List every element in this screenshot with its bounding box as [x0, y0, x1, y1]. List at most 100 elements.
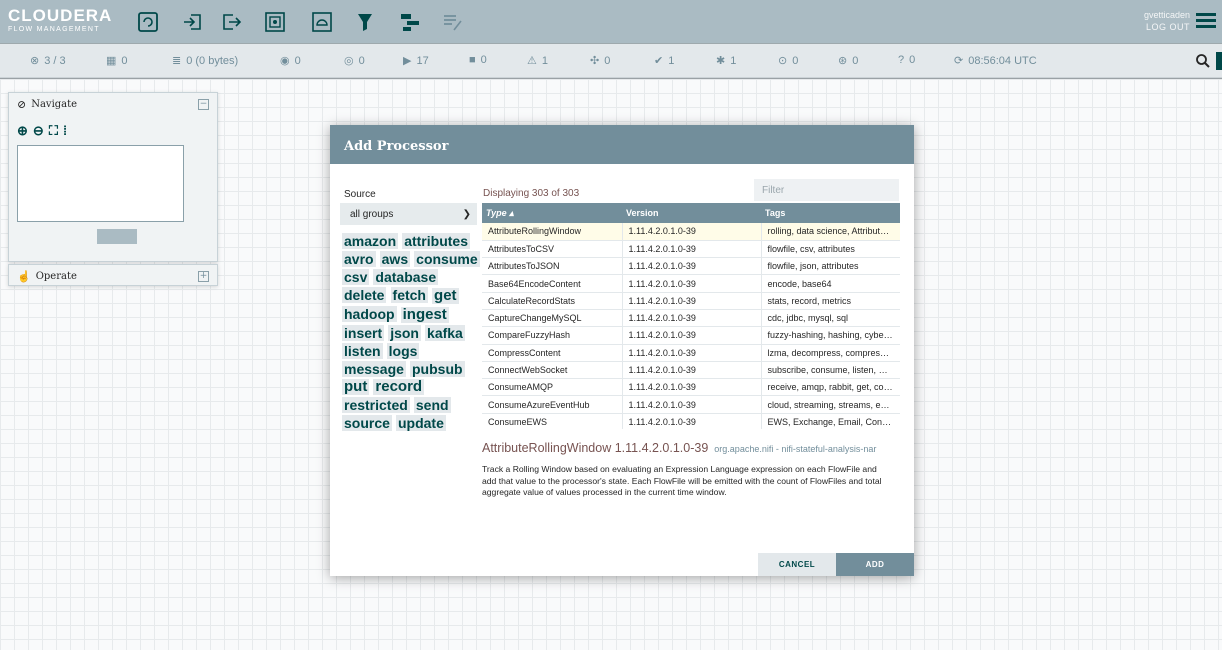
column-tags[interactable]: Tags — [761, 203, 900, 223]
tag-get[interactable]: get — [432, 288, 459, 304]
cell-version: 1.11.4.2.0.1.0-39 — [622, 326, 762, 345]
cell-type: ConsumeAMQP — [482, 378, 623, 397]
tag-avro[interactable]: avro — [342, 251, 376, 267]
tag-insert[interactable]: insert — [342, 325, 385, 341]
table-row[interactable]: CaptureChangeMySQL 1.11.4.2.0.1.0-39 cdc, … — [482, 309, 900, 328]
warning-icon: ⚠ — [527, 55, 537, 67]
cell-type: CalculateRecordStats — [482, 292, 623, 310]
tag-pubsub[interactable]: pubsub — [410, 361, 465, 377]
result-count: Displaying 303 of 303 — [483, 188, 580, 199]
process-group-icon[interactable] — [263, 10, 287, 34]
tag-hadoop[interactable]: hadoop — [342, 306, 397, 322]
actual-size-icon[interactable]: ⁞ — [63, 123, 67, 139]
table-row[interactable]: AttributeRollingWindow 1.11.4.2.0.1.0-39 r… — [482, 223, 900, 241]
tag-kafka[interactable]: kafka — [425, 325, 465, 341]
stopped-count: ■ 0 — [469, 54, 487, 66]
cancel-button[interactable]: CANCEL — [758, 553, 836, 576]
modified-stale-count: ⊛ 0 — [838, 54, 859, 68]
source-select-value: all groups — [350, 208, 394, 220]
table-row[interactable]: Base64EncodeContent 1.11.4.2.0.1.0-39 enco… — [482, 274, 900, 293]
table-row[interactable]: CompressContent 1.11.4.2.0.1.0-39 lzma, de… — [482, 344, 900, 362]
table-row[interactable]: ConsumeAMQP 1.11.4.2.0.1.0-39 receive, amq… — [482, 378, 900, 397]
output-port-icon[interactable] — [220, 10, 244, 34]
tag-csv[interactable]: csv — [342, 269, 370, 285]
tag-delete[interactable]: delete — [342, 287, 387, 303]
logo-sub: FLOW MANAGEMENT — [8, 26, 100, 33]
table-row[interactable]: ConsumeAzureEventHub 1.11.4.2.0.1.0-39 clo… — [482, 395, 900, 414]
add-processor-dialog: Add Processor Source all groups ❯ amazon… — [330, 125, 914, 576]
operate-header[interactable]: ☝ Operate + — [9, 265, 217, 287]
tag-ingest[interactable]: ingest — [400, 307, 449, 323]
fit-icon[interactable]: ⛶ — [49, 123, 58, 139]
template-icon[interactable] — [398, 10, 422, 34]
cell-type: CompareFuzzyHash — [482, 326, 623, 345]
tag-logs[interactable]: logs — [386, 343, 420, 359]
check-icon: ✔ — [654, 55, 664, 67]
tag-put[interactable]: put — [342, 379, 370, 395]
tag-restricted[interactable]: restricted — [342, 397, 410, 413]
table-row[interactable]: ConnectWebSocket 1.11.4.2.0.1.0-39 subscri… — [482, 361, 900, 380]
add-button[interactable]: ADD — [836, 553, 914, 576]
collapse-icon[interactable]: − — [198, 98, 209, 110]
tag-fetch[interactable]: fetch — [390, 287, 428, 303]
input-port-icon[interactable] — [180, 10, 204, 34]
processor-icon[interactable] — [136, 10, 160, 34]
expand-icon[interactable]: + — [198, 270, 209, 282]
hand-icon: ☝ — [17, 269, 31, 283]
selected-processor-artifact: org.apache.nifi - nifi-stateful-analysis… — [714, 444, 877, 454]
tag-record[interactable]: record — [373, 379, 425, 395]
flow-search-tab[interactable] — [1216, 52, 1222, 70]
cell-tags: subscribe, consume, listen, We... — [761, 361, 900, 380]
birdseye-viewport[interactable] — [97, 229, 137, 244]
table-row[interactable]: ConsumeEWS 1.11.4.2.0.1.0-39 EWS, Exchange… — [482, 413, 900, 429]
cell-type: ConnectWebSocket — [482, 361, 623, 380]
up-to-date-count: ✔ 1 — [654, 54, 675, 68]
funnel-icon[interactable] — [353, 10, 377, 34]
tag-update[interactable]: update — [395, 415, 446, 431]
tag-listen[interactable]: listen — [342, 343, 383, 359]
global-menu-icon[interactable] — [1196, 13, 1216, 29]
tag-attributes[interactable]: attributes — [402, 233, 470, 249]
threads-icon: ▦ — [106, 55, 117, 67]
label-icon[interactable] — [440, 10, 464, 34]
locally-modified-count: ✱ 1 — [716, 54, 737, 68]
source-group-select[interactable]: all groups ❯ — [340, 203, 477, 225]
zoom-in-icon[interactable]: ⊕ — [17, 123, 28, 139]
tag-source[interactable]: source — [342, 415, 392, 431]
selected-processor-name: AttributeRollingWindow 1.11.4.2.0.1.0-39 — [482, 441, 709, 455]
table-row[interactable]: CompareFuzzyHash 1.11.4.2.0.1.0-39 fuzzy-h… — [482, 326, 900, 345]
birdseye-view[interactable] — [17, 145, 184, 222]
user-menu: gvetticaden LOG OUT — [1144, 9, 1190, 33]
filter-input[interactable] — [754, 179, 899, 201]
tag-send[interactable]: send — [413, 397, 451, 413]
running-icon: ▶ — [403, 55, 412, 67]
processor-types-table[interactable]: Type ▴ Version Tags AttributeRollingWind… — [482, 203, 900, 429]
tag-message[interactable]: message — [342, 361, 406, 377]
queued-icon: ≣ — [172, 55, 182, 67]
column-type[interactable]: Type ▴ — [482, 203, 622, 223]
tag-aws[interactable]: aws — [379, 251, 411, 267]
stale-icon: ⊙ — [778, 55, 788, 67]
zoom-out-icon[interactable]: ⊖ — [33, 123, 44, 139]
search-icon[interactable] — [1194, 52, 1212, 70]
tag-cloud: amazon attributes avro aws consume csv d… — [342, 233, 484, 433]
sync-failure-count: ? 0 — [898, 54, 916, 66]
table-row[interactable]: CalculateRecordStats 1.11.4.2.0.1.0-39 sta… — [482, 292, 900, 310]
table-row[interactable]: AttributesToJSON 1.11.4.2.0.1.0-39 flowfil… — [482, 257, 900, 276]
remote-process-group-icon[interactable] — [310, 10, 334, 34]
cell-version: 1.11.4.2.0.1.0-39 — [622, 344, 762, 362]
last-refreshed[interactable]: ⟳ 08:56:04 UTC — [954, 54, 1037, 68]
column-version[interactable]: Version — [622, 203, 761, 223]
tag-database[interactable]: database — [373, 269, 439, 285]
table-row[interactable]: AttributesToCSV 1.11.4.2.0.1.0-39 flowfile… — [482, 240, 900, 259]
logout-link[interactable]: LOG OUT — [1144, 21, 1190, 33]
refresh-icon[interactable]: ⟳ — [954, 54, 963, 67]
modified-stale-icon: ⊛ — [838, 55, 848, 67]
tag-json[interactable]: json — [388, 325, 421, 341]
tag-amazon[interactable]: amazon — [342, 233, 399, 249]
navigate-header[interactable]: ⊘ Navigate − — [9, 93, 217, 115]
cell-version: 1.11.4.2.0.1.0-39 — [622, 395, 762, 414]
logo-main: CLOUDERA — [8, 6, 113, 25]
tag-consume[interactable]: consume — [414, 251, 480, 267]
cell-tags: EWS, Exchange, Email, Consum... — [761, 413, 900, 429]
